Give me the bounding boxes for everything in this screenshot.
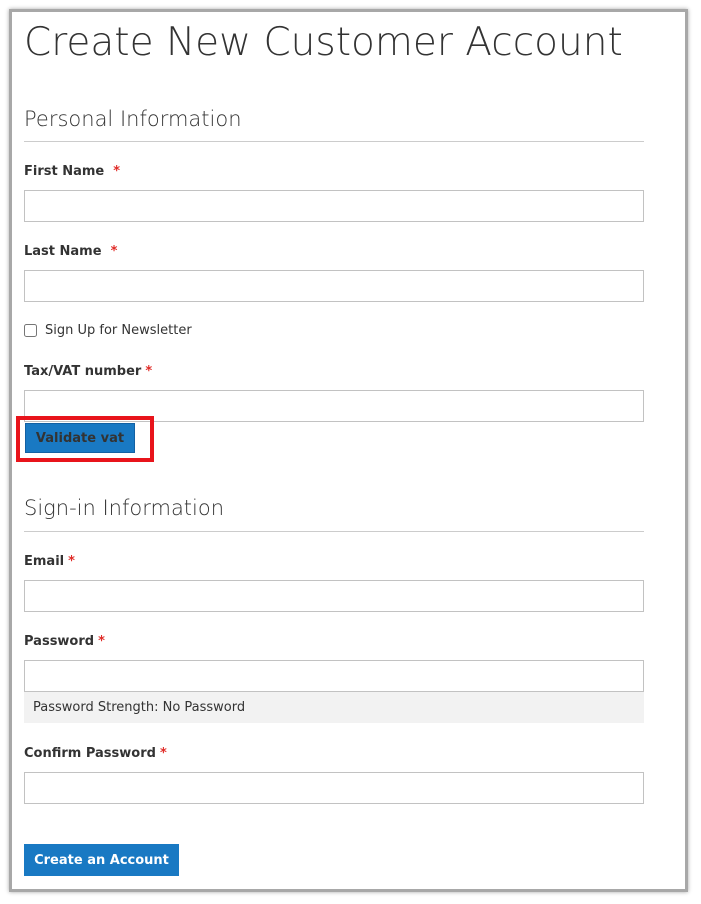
- email-label: Email *: [24, 553, 75, 571]
- password-input[interactable]: [24, 660, 644, 692]
- newsletter-checkbox[interactable]: [24, 324, 37, 337]
- password-label: Password *: [24, 633, 105, 651]
- tax-vat-label-text: Tax/VAT number: [24, 364, 142, 379]
- last-name-label: Last Name *: [24, 243, 117, 261]
- password-label-text: Password: [24, 634, 95, 649]
- validate-vat-button[interactable]: Validate vat: [25, 423, 135, 453]
- first-name-label-text: First Name: [24, 164, 105, 179]
- last-name-input[interactable]: [24, 270, 644, 302]
- confirm-password-input[interactable]: [24, 772, 644, 804]
- required-asterisk: *: [159, 746, 167, 761]
- required-asterisk: *: [113, 164, 121, 179]
- required-asterisk: *: [68, 554, 75, 569]
- first-name-input[interactable]: [24, 190, 644, 222]
- create-account-button[interactable]: Create an Account: [24, 844, 179, 876]
- first-name-label: First Name *: [24, 163, 120, 181]
- tax-vat-label: Tax/VAT number *: [24, 363, 152, 381]
- email-label-text: Email: [24, 554, 65, 569]
- password-strength-meter: Password Strength: No Password: [24, 692, 644, 723]
- required-asterisk: *: [98, 634, 105, 649]
- required-asterisk: *: [110, 244, 118, 259]
- page-title: Create New Customer Account: [24, 20, 623, 65]
- last-name-label-text: Last Name: [24, 244, 102, 259]
- email-input[interactable]: [24, 580, 644, 612]
- newsletter-label[interactable]: Sign Up for Newsletter: [45, 322, 192, 340]
- sign-in-information-heading: Sign-in Information: [24, 496, 225, 520]
- confirm-password-label-text: Confirm Password: [24, 746, 156, 761]
- section-divider: [24, 141, 644, 142]
- section-divider: [24, 531, 644, 532]
- personal-information-heading: Personal Information: [24, 107, 242, 131]
- required-asterisk: *: [145, 364, 153, 379]
- confirm-password-label: Confirm Password *: [24, 745, 167, 763]
